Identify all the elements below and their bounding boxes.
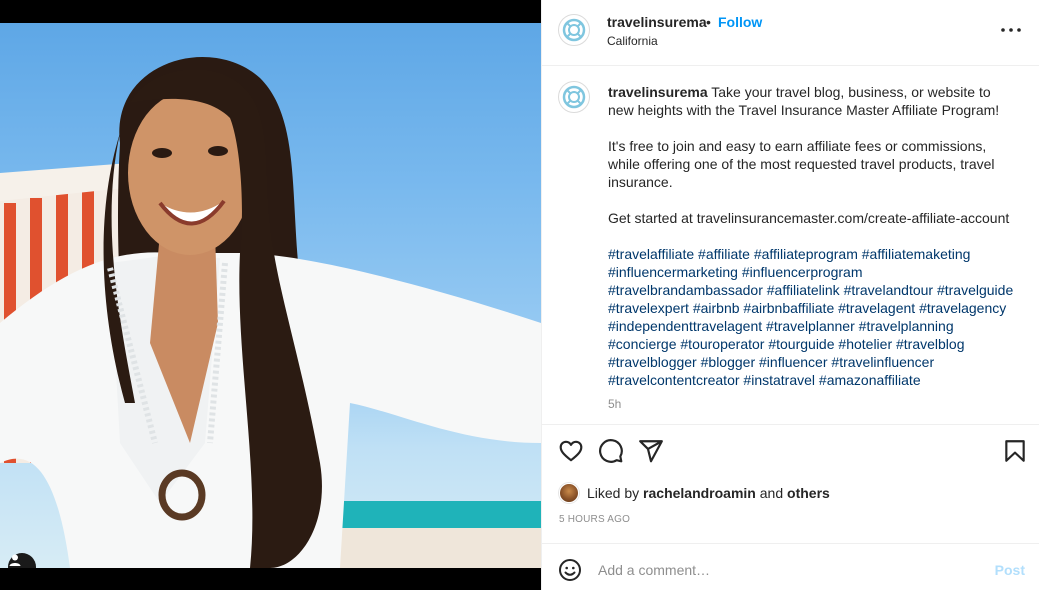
add-comment-bar: Post (542, 543, 1039, 590)
follow-button[interactable]: Follow (718, 14, 762, 30)
hashtag-link[interactable]: #travelguide (937, 282, 1013, 298)
heart-icon[interactable] (558, 438, 584, 464)
comment-icon[interactable] (598, 438, 624, 464)
hashtag-link[interactable]: #travelblog (896, 336, 965, 352)
separator-dot: • (706, 14, 711, 30)
hashtag-link[interactable]: #affiliateprogram (754, 246, 858, 262)
hashtag-list: #travelaffiliate #affiliate #affiliatepr… (608, 245, 1018, 389)
caption-paragraph: Get started at travelinsurancemaster.com… (608, 210, 1010, 226)
comments-area[interactable]: travelinsurema Take your travel blog, bu… (542, 67, 1039, 425)
liker-username[interactable]: rachelandroamin (643, 485, 756, 501)
bookmark-icon[interactable] (1002, 438, 1028, 464)
hashtag-link[interactable]: #blogger (701, 354, 756, 370)
author-avatar[interactable] (558, 14, 590, 46)
hashtag-link[interactable]: #travelandtour (844, 282, 934, 298)
hashtag-link[interactable]: #instatravel (743, 372, 815, 388)
caption-intro: travelinsurema Take your travel blog, bu… (608, 83, 1018, 119)
likes-others-link[interactable]: others (787, 485, 830, 501)
hashtag-link[interactable]: #influencer (759, 354, 828, 370)
hashtag-link[interactable]: #travelinfluencer (831, 354, 934, 370)
hashtag-link[interactable]: #travelbrandambassador (608, 282, 763, 298)
hashtag-link[interactable]: #influencerprogram (742, 264, 863, 280)
hashtag-link[interactable]: #travelagency (919, 300, 1006, 316)
author-username[interactable]: travelinsurema (607, 14, 707, 30)
post-timestamp[interactable]: 5 HOURS AGO (559, 514, 630, 525)
paper-plane-icon[interactable] (638, 438, 664, 464)
hashtag-link[interactable]: #travelblogger (608, 354, 697, 370)
hashtag-link[interactable]: #tourguide (768, 336, 834, 352)
lifebuoy-logo-icon (562, 85, 586, 109)
comment-input[interactable] (598, 557, 958, 583)
user-tag-icon (9, 554, 21, 566)
caption-author-avatar[interactable] (558, 81, 590, 113)
hashtag-link[interactable]: #affiliatelink (767, 282, 840, 298)
action-bar (558, 438, 1028, 468)
hashtag-link[interactable]: #amazonaffiliate (819, 372, 921, 388)
hashtag-link[interactable]: #airbnbaffiliate (743, 300, 834, 316)
liked-by-joiner: and (759, 485, 784, 501)
hashtag-link[interactable]: #travelexpert (608, 300, 689, 316)
caption-age: 5h (608, 397, 622, 411)
smiley-icon[interactable] (558, 558, 582, 582)
post-photo[interactable] (0, 23, 541, 568)
hashtag-link[interactable]: #travelplanner (766, 318, 855, 334)
post-side-panel: travelinsurema • Follow California trave… (541, 0, 1039, 590)
hashtag-link[interactable]: #hotelier (838, 336, 892, 352)
post-header: travelinsurema • Follow California (542, 0, 1039, 66)
liked-by-prefix: Liked by (587, 485, 640, 501)
hashtag-link[interactable]: #concierge (608, 336, 677, 352)
hashtag-link[interactable]: #independenttravelagent (608, 318, 762, 334)
post-location[interactable]: California (607, 34, 658, 48)
hashtag-link[interactable]: #touroperator (680, 336, 764, 352)
more-horizontal-icon[interactable] (999, 22, 1023, 38)
hashtag-link[interactable]: #airbnb (693, 300, 740, 316)
hashtag-link[interactable]: #affiliatemaketing (862, 246, 971, 262)
post-comment-button[interactable]: Post (995, 562, 1025, 578)
hashtag-link[interactable]: #influencermarketing (608, 264, 738, 280)
liker-avatar[interactable] (559, 483, 579, 503)
post-media (0, 0, 541, 590)
hashtag-link[interactable]: #travelplanning (859, 318, 954, 334)
likes-summary: Liked by rachelandroamin and others (559, 483, 830, 503)
hashtag-link[interactable]: #travelcontentcreator (608, 372, 740, 388)
hashtag-link[interactable]: #affiliate (698, 246, 750, 262)
hashtag-link[interactable]: #travelagent (838, 300, 915, 316)
lifebuoy-logo-icon (562, 18, 586, 42)
caption-paragraph: It's free to join and easy to earn affil… (608, 138, 995, 190)
caption-username[interactable]: travelinsurema (608, 84, 708, 100)
post-caption: travelinsurema Take your travel blog, bu… (608, 83, 1018, 413)
photo-illustration (0, 57, 541, 568)
hashtag-link[interactable]: #travelaffiliate (608, 246, 694, 262)
